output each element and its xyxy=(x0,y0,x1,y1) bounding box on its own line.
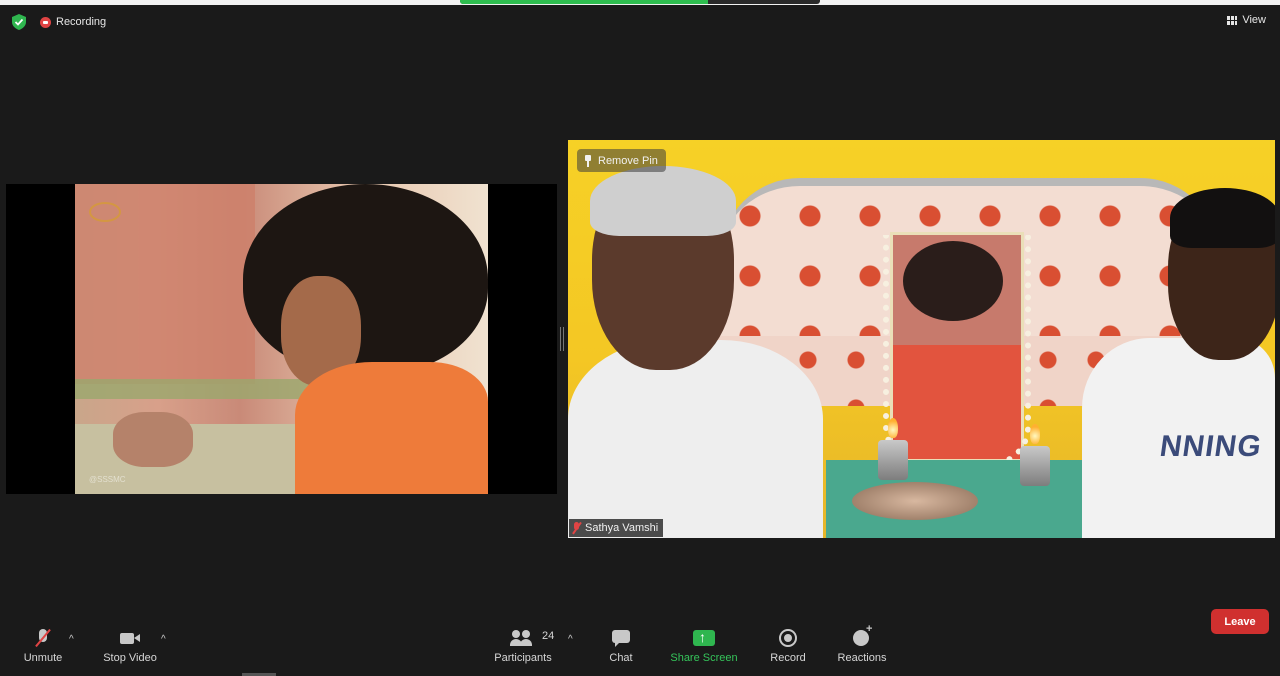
chat-label: Chat xyxy=(609,652,633,664)
record-label: Record xyxy=(770,652,806,664)
participant-name-tag: Sathya Vamshi xyxy=(569,519,664,537)
video-watermark: @SSSMC xyxy=(89,475,126,484)
recording-icon xyxy=(40,16,51,28)
leave-button[interactable]: Leave xyxy=(1211,609,1269,634)
video-lamp-left xyxy=(878,440,908,480)
video-camera-icon xyxy=(119,628,141,648)
share-screen-label: Share Screen xyxy=(670,652,738,664)
shield-check-icon[interactable] xyxy=(12,14,26,30)
video-background-foliage xyxy=(75,379,335,399)
pin-icon xyxy=(583,154,593,167)
view-label: View xyxy=(1242,14,1266,26)
meeting-toolbar: Unmute ^ Stop Video ^ 24 Participants ^ … xyxy=(0,616,1280,676)
participants-button[interactable]: 24 Participants xyxy=(490,616,556,676)
participant-name: Sathya Vamshi xyxy=(585,522,659,534)
participants-icon: 24 xyxy=(510,628,554,648)
participants-count: 24 xyxy=(542,630,555,642)
video-shirt-print: NNING xyxy=(1157,430,1265,463)
sharing-progress-bar xyxy=(460,0,820,4)
video-subject-hand xyxy=(113,412,193,467)
mic-muted-icon xyxy=(572,522,581,534)
meeting-status-row: Recording xyxy=(12,14,106,30)
unmute-button[interactable]: Unmute xyxy=(18,616,68,676)
channel-logo xyxy=(89,202,121,222)
video-garland xyxy=(883,235,1031,467)
tile-resize-handle[interactable] xyxy=(560,327,564,351)
participants-label: Participants xyxy=(494,652,552,664)
remove-pin-button[interactable]: Remove Pin xyxy=(577,149,666,172)
video-lamp-right xyxy=(1020,446,1050,486)
unmute-label: Unmute xyxy=(23,652,63,664)
chat-button[interactable]: Chat xyxy=(603,616,639,676)
record-icon xyxy=(777,628,799,648)
video-subject-hair xyxy=(243,184,488,374)
share-screen-icon xyxy=(693,628,715,648)
recording-label: Recording xyxy=(56,16,107,28)
video-flame-left xyxy=(888,418,898,438)
sharing-progress-fill xyxy=(460,0,709,4)
reactions-button[interactable]: Reactions xyxy=(834,616,890,676)
video-person-left-body xyxy=(568,340,823,538)
reactions-icon xyxy=(851,623,873,648)
video-person-right-hair xyxy=(1170,188,1275,248)
shared-video-tile[interactable]: @SSSMC xyxy=(6,184,557,494)
shared-video-frame: @SSSMC xyxy=(75,184,488,494)
microphone-muted-icon xyxy=(32,628,54,648)
chat-icon xyxy=(610,628,632,648)
remove-pin-label: Remove Pin xyxy=(598,154,658,167)
participant-video-tile[interactable]: NNING Remove Pin Sathya Vamshi xyxy=(568,140,1275,538)
stop-video-label: Stop Video xyxy=(103,652,157,664)
stop-video-button[interactable]: Stop Video xyxy=(98,616,162,676)
share-screen-button[interactable]: Share Screen xyxy=(668,616,740,676)
record-button[interactable]: Record xyxy=(766,616,810,676)
video-subject-robe xyxy=(295,362,488,494)
video-flame-right xyxy=(1030,424,1040,444)
grid-icon xyxy=(1227,15,1238,25)
recording-indicator[interactable]: Recording xyxy=(40,16,106,28)
video-plate xyxy=(852,482,978,520)
video-person-left-hair xyxy=(590,166,736,236)
video-options-caret[interactable]: ^ xyxy=(161,634,166,645)
participants-options-caret[interactable]: ^ xyxy=(568,634,573,645)
view-button[interactable]: View xyxy=(1227,14,1266,26)
audio-options-caret[interactable]: ^ xyxy=(69,634,74,645)
reactions-label: Reactions xyxy=(837,652,887,664)
